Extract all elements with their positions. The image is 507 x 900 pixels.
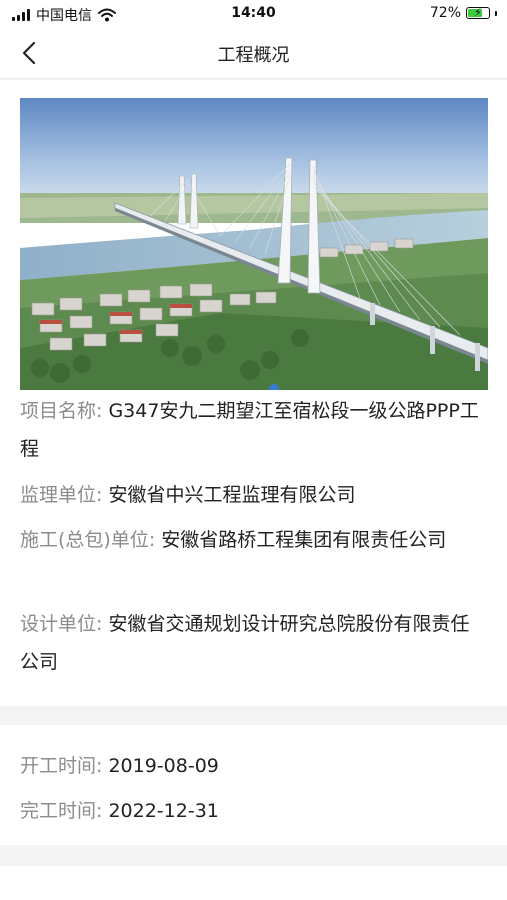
bridge-rendering-image bbox=[20, 98, 488, 390]
next-section-card bbox=[0, 866, 507, 900]
status-right: 72% ⚡ bbox=[430, 5, 497, 21]
start-date-row: 开工时间: 2019-08-09 bbox=[20, 751, 219, 778]
contractor-value: 安徽省路桥工程集团有限责任公司 bbox=[161, 529, 447, 551]
supervisor-label: 监理单位: bbox=[20, 484, 103, 506]
page-title: 工程概况 bbox=[217, 45, 290, 66]
battery-percent: 72% bbox=[429, 5, 461, 21]
contractor-row: 施工(总包)单位: 安徽省路桥工程集团有限责任公司 bbox=[20, 521, 480, 559]
end-date-label: 完工时间: bbox=[20, 800, 103, 822]
designer-label: 设计单位: bbox=[20, 613, 103, 635]
supervisor-value: 安徽省中兴工程监理有限公司 bbox=[108, 484, 356, 506]
battery-icon: ⚡ bbox=[466, 6, 490, 19]
start-date-label: 开工时间: bbox=[20, 755, 103, 777]
contractor-label: 施工(总包)单位: bbox=[20, 529, 156, 551]
start-date-value: 2019-08-09 bbox=[108, 755, 219, 777]
battery-tip bbox=[495, 10, 497, 16]
status-bar: 中国电信 14:40 72% ⚡ bbox=[0, 0, 507, 28]
nav-bar: 工程概况 bbox=[0, 28, 507, 79]
supervisor-row: 监理单位: 安徽省中兴工程监理有限公司 bbox=[20, 476, 480, 514]
project-name-label: 项目名称: bbox=[20, 400, 103, 422]
end-date-value: 2022-12-31 bbox=[108, 800, 219, 822]
project-image-carousel[interactable] bbox=[20, 98, 488, 390]
project-dates-card: 开工时间: 2019-08-09 完工时间: 2022-12-31 bbox=[0, 725, 507, 845]
end-date-row: 完工时间: 2022-12-31 bbox=[20, 796, 219, 823]
carousel-indicator-dot[interactable] bbox=[269, 384, 279, 390]
project-name-row: 项目名称: G347安九二期望江至宿松段一级公路PPP工程 bbox=[20, 392, 480, 468]
project-info-card: 项目名称: G347安九二期望江至宿松段一级公路PPP工程 监理单位: 安徽省中… bbox=[0, 80, 507, 706]
designer-row: 设计单位: 安徽省交通规划设计研究总院股份有限责任公司 bbox=[20, 605, 480, 681]
